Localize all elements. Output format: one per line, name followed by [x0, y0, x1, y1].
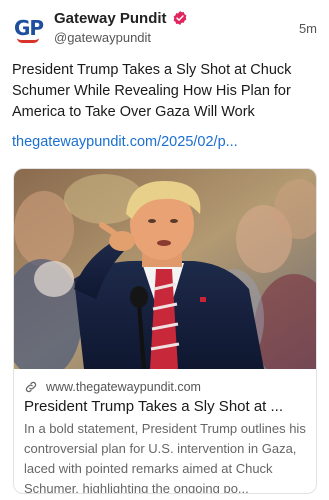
post-link[interactable]: thegatewaypundit.com/2025/02/p... [12, 134, 318, 150]
preview-title[interactable]: President Trump Takes a Sly Shot at ... [24, 398, 308, 415]
verified-badge-icon [173, 11, 187, 25]
avatar[interactable]: GP [14, 14, 44, 44]
post-text: President Trump Takes a Sly Shot at Chuc… [12, 62, 292, 120]
logo-swoosh [17, 38, 39, 43]
account-handle[interactable]: @gatewaypundit [54, 30, 151, 45]
logo-mark: GP [14, 16, 44, 40]
preview-description: In a bold statement, President Trump out… [24, 421, 306, 494]
account-name[interactable]: Gateway Pundit [54, 10, 167, 27]
post-header: GP Gateway Pundit @gatewaypundit 5m [14, 10, 317, 46]
preview-meta: www.thegatewaypundit.com President Trump… [14, 369, 316, 494]
post-timestamp: 5m [298, 21, 317, 36]
preview-image [14, 169, 316, 369]
preview-domain: www.thegatewaypundit.com [46, 380, 201, 394]
link-icon [25, 381, 37, 393]
link-preview-card[interactable]: www.thegatewaypundit.com President Trump… [13, 168, 317, 494]
preview-domain-row: www.thegatewaypundit.com [24, 379, 308, 395]
